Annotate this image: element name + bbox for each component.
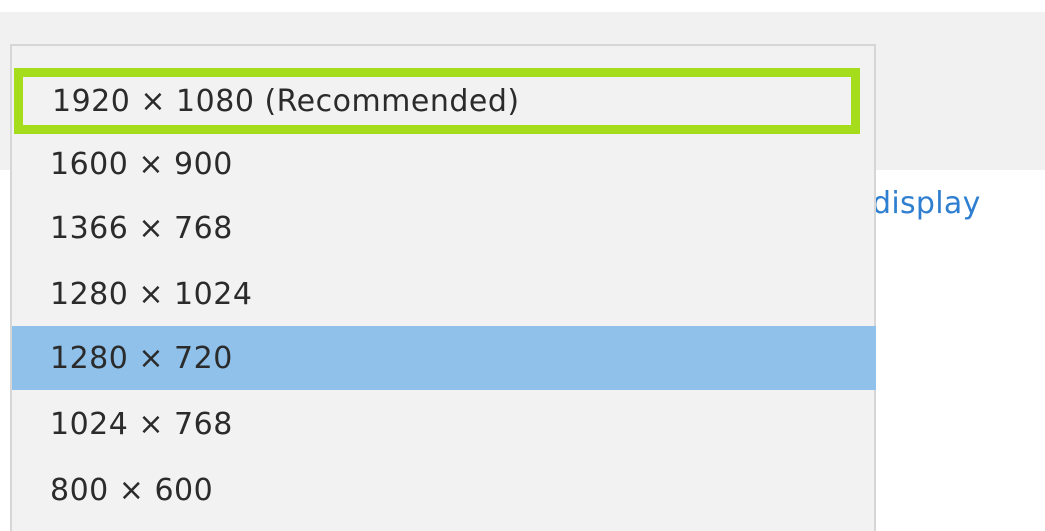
resolution-option-1600x900[interactable]: 1600 × 900: [12, 132, 876, 196]
resolution-option-800x600[interactable]: 800 × 600: [12, 458, 876, 522]
resolution-option-1024x768[interactable]: 1024 × 768: [12, 392, 876, 456]
resolution-option-1280x720[interactable]: 1280 × 720: [12, 326, 876, 390]
resolution-option-1280x1024[interactable]: 1280 × 1024: [12, 262, 876, 326]
resolution-option-1366x768[interactable]: 1366 × 768: [12, 196, 876, 260]
settings-page: display 1920 × 1080 (Recommended) 1600 ×…: [0, 0, 1045, 531]
resolution-dropdown-list[interactable]: 1920 × 1080 (Recommended) 1600 × 900 136…: [10, 44, 876, 531]
display-link[interactable]: display: [872, 186, 981, 221]
resolution-option-1920x1080[interactable]: 1920 × 1080 (Recommended): [14, 68, 860, 134]
